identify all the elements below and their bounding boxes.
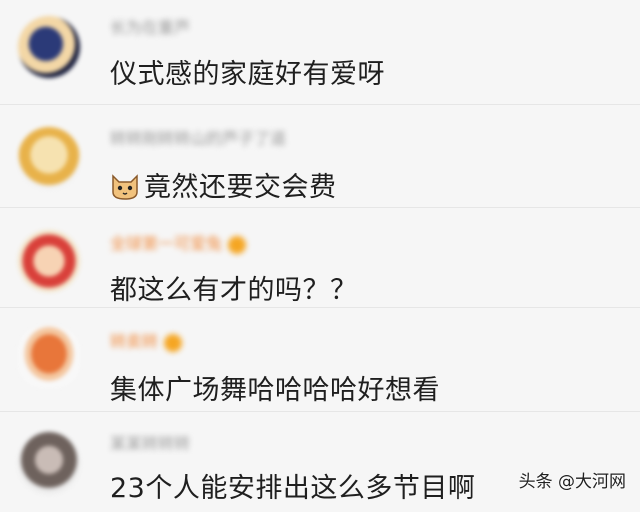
vip-badge-icon	[228, 235, 247, 254]
watermark: 头条 @大河网	[518, 472, 626, 492]
comment-username-text[interactable]: 全球第一可爱兔	[110, 234, 222, 253]
comment-username-text[interactable]: 转卖转	[110, 332, 158, 351]
comment-username[interactable]: 全球第一可爱兔	[110, 230, 247, 254]
comment-username[interactable]: 转转刚转转山的芦子了道	[110, 125, 286, 149]
comment-item: 长为在重芦 仪式感的家庭好有爱呀	[0, 0, 640, 105]
comment-text-content: 竟然还要交会费	[144, 172, 337, 203]
comment-text: 都这么有才的吗？？	[110, 275, 358, 306]
comment-text: 仪式感的家庭好有爱呀	[110, 59, 385, 90]
cat-face-icon	[112, 174, 138, 200]
comment-item: 某某转转转 23个人能安排出这么多节目啊	[0, 412, 640, 512]
avatar[interactable]	[18, 230, 80, 292]
comment-text: 23个人能安排出这么多节目啊	[110, 473, 476, 504]
comment-item: 转转刚转转山的芦子了道 竟然还要交会费	[0, 105, 640, 208]
comment-text: 竟然还要交会费	[110, 165, 337, 204]
comment-username[interactable]: 长为在重芦	[110, 14, 190, 38]
avatar[interactable]	[18, 326, 80, 388]
comment-username[interactable]: 转卖转	[110, 328, 183, 352]
avatar[interactable]	[18, 16, 80, 78]
avatar[interactable]	[18, 127, 80, 189]
comment-text: 集体广场舞哈哈哈哈好想看	[110, 375, 440, 406]
comment-item: 全球第一可爱兔 都这么有才的吗？？	[0, 208, 640, 308]
comment-item: 转卖转 集体广场舞哈哈哈哈好想看	[0, 308, 640, 412]
vip-badge-icon	[164, 333, 183, 352]
comment-username[interactable]: 某某转转转	[110, 430, 190, 454]
avatar[interactable]	[18, 432, 80, 494]
